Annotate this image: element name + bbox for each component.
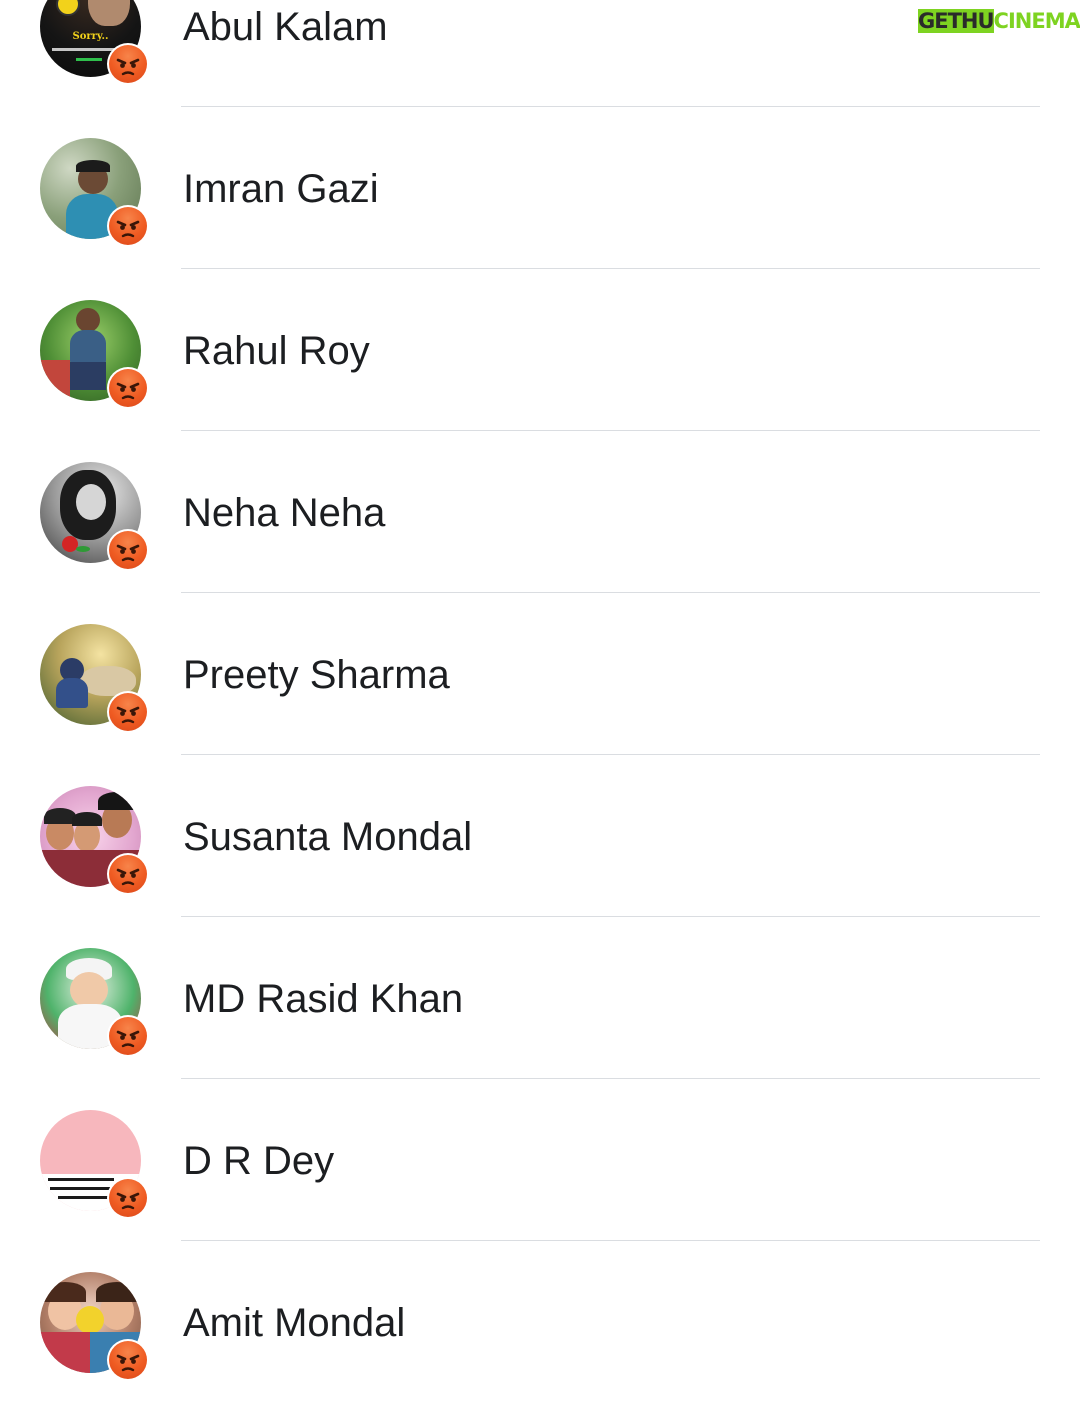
avatar-text: Sorry.. bbox=[72, 31, 109, 42]
angry-reaction-icon bbox=[107, 853, 149, 895]
person-name[interactable]: Susanta Mondal bbox=[183, 812, 472, 862]
list-item[interactable]: Imran Gazi bbox=[0, 107, 1080, 269]
person-name[interactable]: Rahul Roy bbox=[183, 326, 370, 376]
person-name[interactable]: Amit Mondal bbox=[183, 1298, 405, 1348]
list-item[interactable]: MD Rasid Khan bbox=[0, 917, 1080, 1079]
angry-reaction-icon bbox=[107, 691, 149, 733]
person-name[interactable]: Neha Neha bbox=[183, 488, 385, 538]
angry-reaction-icon bbox=[107, 1339, 149, 1381]
list-item[interactable]: Amit Mondal bbox=[0, 1241, 1080, 1403]
list-item[interactable]: D R Dey bbox=[0, 1079, 1080, 1241]
list-item[interactable]: Preety Sharma bbox=[0, 593, 1080, 755]
list-item[interactable]: Sorry.. Abul Kalam bbox=[0, 0, 1080, 107]
angry-reaction-icon bbox=[107, 367, 149, 409]
person-name[interactable]: Abul Kalam bbox=[183, 2, 388, 52]
list-item[interactable]: Neha Neha bbox=[0, 431, 1080, 593]
angry-reaction-icon bbox=[107, 43, 149, 85]
person-name[interactable]: MD Rasid Khan bbox=[183, 974, 463, 1024]
angry-reaction-icon bbox=[107, 529, 149, 571]
person-name[interactable]: D R Dey bbox=[183, 1136, 334, 1186]
angry-reaction-icon bbox=[107, 205, 149, 247]
angry-reaction-icon bbox=[107, 1015, 149, 1057]
list-item[interactable]: Susanta Mondal bbox=[0, 755, 1080, 917]
person-name[interactable]: Imran Gazi bbox=[183, 164, 379, 214]
angry-reaction-icon bbox=[107, 1177, 149, 1219]
reactions-list: Sorry.. Abul Kalam Imran Gazi Rahul Roy … bbox=[0, 0, 1080, 1403]
person-name[interactable]: Preety Sharma bbox=[183, 650, 450, 700]
list-item[interactable]: Rahul Roy bbox=[0, 269, 1080, 431]
